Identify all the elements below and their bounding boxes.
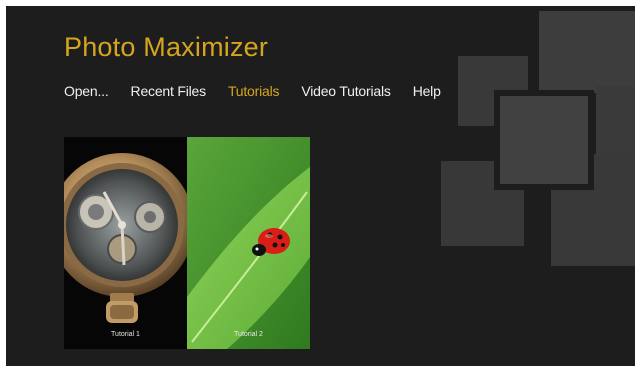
main-nav: Open... Recent Files Tutorials Video Tut… [64, 83, 441, 99]
tutorial-2-label: Tutorial 2 [234, 331, 263, 338]
nav-help[interactable]: Help [413, 83, 441, 99]
tutorial-tile-1[interactable]: Tutorial 1 [64, 137, 187, 349]
nav-tutorials[interactable]: Tutorials [228, 83, 280, 99]
nav-video-tutorials[interactable]: Video Tutorials [301, 83, 391, 99]
tutorial-tile-2[interactable]: Tutorial 2 [187, 137, 310, 349]
ladybug-leaf-image [187, 137, 310, 349]
app-window: Photo Maximizer Open... Recent Files Tut… [6, 6, 635, 366]
pocket-watch-image [64, 137, 187, 349]
tutorial-tiles: Tutorial 1 Tutorial 2 [64, 137, 310, 349]
tutorial-1-label: Tutorial 1 [111, 331, 140, 338]
app-title: Photo Maximizer [64, 32, 269, 62]
nav-open[interactable]: Open... [64, 83, 109, 99]
nav-recent-files[interactable]: Recent Files [131, 83, 207, 99]
